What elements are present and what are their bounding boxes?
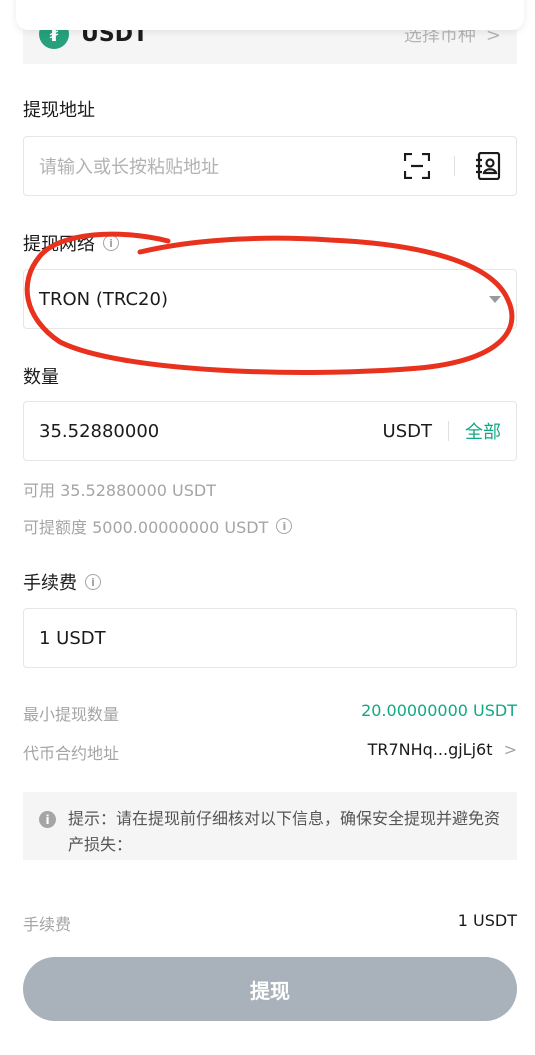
icon-divider <box>454 156 455 176</box>
info-icon: i <box>39 811 56 828</box>
network-label: 提现网络 i <box>23 230 119 256</box>
caret-down-icon <box>489 295 501 303</box>
top-overlay-card <box>16 0 524 30</box>
contract-value[interactable]: TR7NHq...gjLj6t > <box>368 740 517 764</box>
info-icon[interactable]: i <box>85 574 101 590</box>
address-label-text: 提现地址 <box>23 100 95 121</box>
network-label-text: 提现网络 <box>23 234 95 255</box>
all-button[interactable]: 全部 <box>465 418 501 444</box>
min-withdraw-row: 最小提现数量 20.00000000 USDT <box>23 701 517 725</box>
amount-input[interactable]: 35.52880000 USDT 全部 <box>23 401 517 461</box>
limit-text: 可提额度 5000.00000000 USDT <box>23 518 269 537</box>
fee-value: 1 USDT <box>39 627 106 649</box>
fee-summary-value: 1 USDT <box>457 911 517 930</box>
address-label: 提现地址 <box>23 96 95 122</box>
address-book-icon[interactable] <box>475 152 501 180</box>
amount-label: 数量 <box>23 363 59 389</box>
scan-icon[interactable] <box>404 153 430 179</box>
amount-divider <box>448 421 449 441</box>
chevron-right-icon: > <box>503 740 517 759</box>
address-placeholder: 请输入或长按粘贴地址 <box>39 157 219 178</box>
info-icon[interactable]: i <box>276 518 293 534</box>
contract-row[interactable]: 代币合约地址 TR7NHq...gjLj6t > <box>23 740 517 764</box>
withdraw-limit: 可提额度 5000.00000000 USDT i <box>23 514 293 538</box>
fee-field: 1 USDT <box>23 608 517 668</box>
network-value: TRON (TRC20) <box>39 288 168 310</box>
info-icon[interactable]: i <box>103 235 119 251</box>
fee-summary-row: 手续费 1 USDT <box>23 911 517 935</box>
available-text: 可用 35.52880000 USDT <box>23 481 217 500</box>
amount-label-text: 数量 <box>23 367 59 388</box>
fee-summary-label: 手续费 <box>23 915 72 934</box>
min-withdraw-value: 20.00000000 USDT <box>361 701 517 720</box>
fee-label-text: 手续费 <box>23 573 77 594</box>
notice-box: i 提示：请在提现前仔细核对以下信息，确保安全提现并避免资产损失： <box>23 792 517 860</box>
amount-unit: USDT <box>382 420 432 442</box>
withdraw-button[interactable]: 提现 <box>23 957 517 1021</box>
fee-label: 手续费 i <box>23 569 101 595</box>
network-select[interactable]: TRON (TRC20) <box>23 269 517 329</box>
address-input[interactable]: 请输入或长按粘贴地址 <box>23 136 517 196</box>
contract-label: 代币合约地址 <box>23 744 120 763</box>
amount-value: 35.52880000 <box>39 420 160 442</box>
notice-text: 提示：请在提现前仔细核对以下信息，确保安全提现并避免资产损失： <box>68 809 501 854</box>
min-withdraw-label: 最小提现数量 <box>23 705 120 724</box>
contract-address: TR7NHq...gjLj6t <box>367 740 493 759</box>
available-balance: 可用 35.52880000 USDT <box>23 477 216 501</box>
